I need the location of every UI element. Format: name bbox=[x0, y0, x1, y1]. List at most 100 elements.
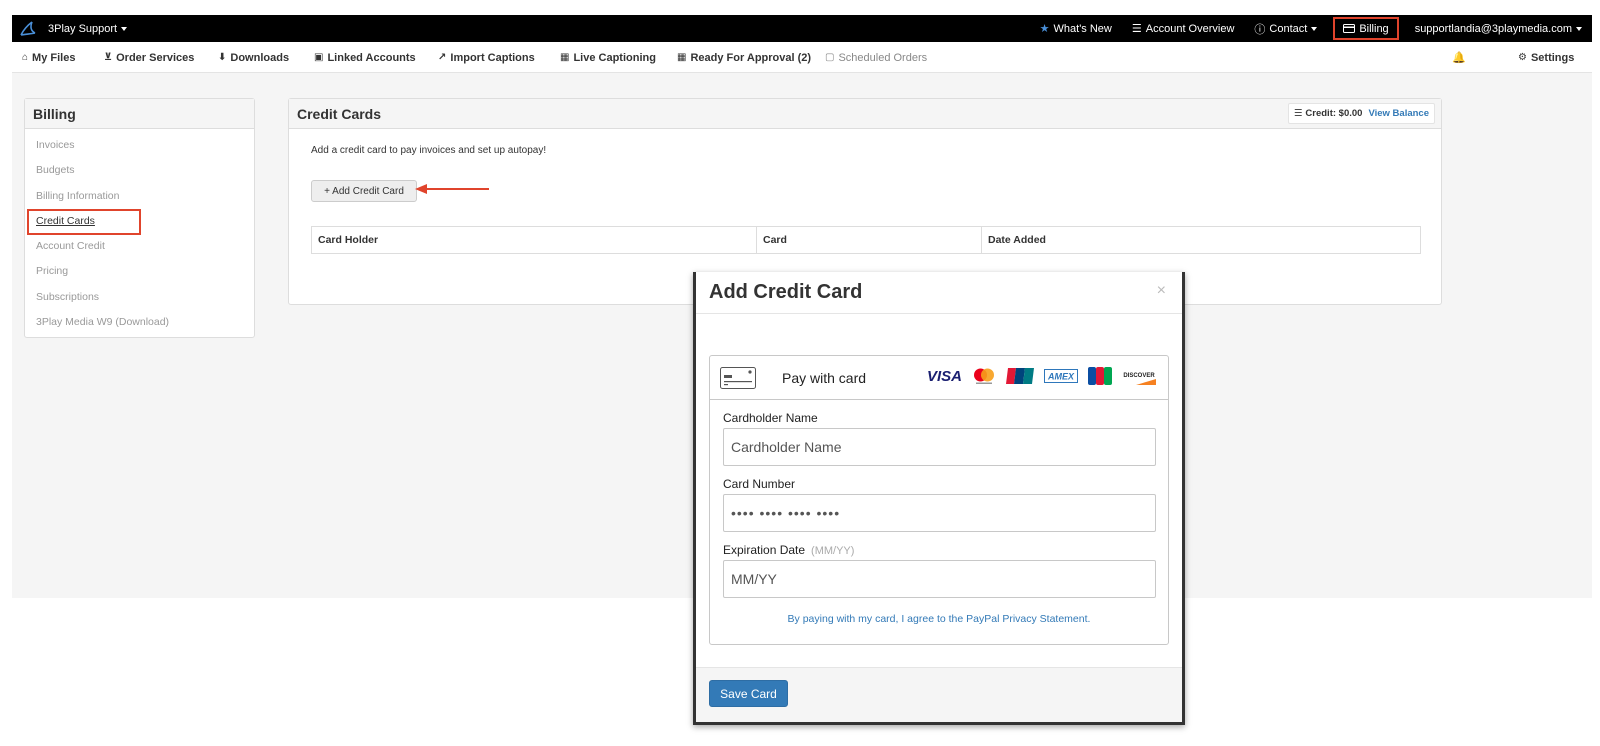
credit-card-icon bbox=[1343, 24, 1356, 33]
expiration-date-hint: (MM/YY) bbox=[811, 545, 855, 557]
billing-label: Billing bbox=[1359, 22, 1389, 35]
id-card-icon: ▣ bbox=[314, 52, 324, 63]
nav-live-captioning[interactable]: ▦ Live Captioning bbox=[560, 42, 656, 73]
star-icon: ★ bbox=[1039, 23, 1050, 35]
calendar-icon: ▦ bbox=[677, 52, 687, 63]
secondary-navbar: ⌂ My Files ⊻ Order Services ⬇ Downloads … bbox=[12, 42, 1592, 73]
bell-icon: 🔔 bbox=[1452, 52, 1466, 64]
sidebar-item-account-credit[interactable]: Account Credit bbox=[25, 234, 254, 259]
calendar-icon: ▦ bbox=[560, 52, 570, 63]
card-number-placeholder: •••• •••• •••• •••• bbox=[731, 505, 841, 521]
contact-label: Contact bbox=[1269, 22, 1308, 35]
column-date-added: Date Added bbox=[988, 234, 1046, 246]
nav-my-files[interactable]: ⌂ My Files bbox=[22, 42, 75, 73]
pay-with-card-label: Pay with card bbox=[782, 370, 867, 386]
list-icon: ☰ bbox=[1131, 23, 1142, 35]
nav-order-services-label: Order Services bbox=[116, 51, 195, 64]
nav-order-services[interactable]: ⊻ Order Services bbox=[104, 42, 194, 73]
expiration-date-label: Expiration Date (MM/YY) bbox=[723, 543, 854, 557]
paypal-privacy-link[interactable]: By paying with my card, I agree to the P… bbox=[710, 613, 1168, 625]
nav-linked-accounts-label: Linked Accounts bbox=[327, 51, 416, 64]
nav-scheduled-orders[interactable]: ▢ Scheduled Orders bbox=[825, 42, 927, 73]
expiration-date-placeholder: MM/YY bbox=[731, 571, 777, 587]
discover-logo-icon: DISCOVER bbox=[1122, 367, 1156, 385]
panel-title: Credit Cards bbox=[297, 106, 382, 122]
cardholder-name-input[interactable]: Cardholder Name bbox=[723, 428, 1156, 466]
credit-cards-highlight bbox=[27, 209, 141, 235]
nav-downloads[interactable]: ⬇ Downloads bbox=[218, 42, 289, 73]
save-card-button[interactable]: Save Card bbox=[709, 680, 788, 707]
mastercard-logo-icon bbox=[974, 368, 994, 384]
sidebar-item-subscriptions[interactable]: Subscriptions bbox=[25, 285, 254, 310]
share-icon: ↗ bbox=[438, 52, 447, 63]
pay-with-card-form: Pay with card VISA AMEX DISCOVER Cardhol… bbox=[709, 355, 1169, 645]
contact-menu[interactable]: ⓘ Contact bbox=[1244, 15, 1327, 42]
nav-settings[interactable]: ⚙ Settings bbox=[1518, 42, 1574, 73]
brand-label: 3Play Support bbox=[48, 22, 118, 35]
visa-logo-icon: VISA bbox=[926, 367, 962, 385]
arrow-left-annotation-icon bbox=[415, 184, 489, 194]
card-number-input[interactable]: •••• •••• •••• •••• bbox=[723, 494, 1156, 532]
whats-new-link[interactable]: ★ What's New bbox=[1030, 15, 1122, 42]
nav-linked-accounts[interactable]: ▣ Linked Accounts bbox=[314, 42, 416, 73]
column-card: Card bbox=[757, 227, 982, 253]
expiration-date-label-text: Expiration Date bbox=[723, 543, 806, 557]
amex-logo-icon: AMEX bbox=[1044, 369, 1078, 383]
account-overview-label: Account Overview bbox=[1145, 22, 1235, 35]
panel-header: Credit Cards ☰ Credit: $0.00 View Balanc… bbox=[289, 99, 1441, 129]
add-credit-card-modal: Add Credit Card × Pay with card VISA AME… bbox=[693, 272, 1185, 725]
nav-downloads-label: Downloads bbox=[230, 51, 290, 64]
expiration-date-input[interactable]: MM/YY bbox=[723, 560, 1156, 598]
unionpay-logo-icon bbox=[1006, 368, 1034, 384]
add-credit-card-button[interactable]: + Add Credit Card bbox=[311, 180, 417, 202]
sidebar-title: Billing bbox=[25, 99, 254, 129]
whats-new-label: What's New bbox=[1053, 22, 1112, 35]
gear-icon: ⚙ bbox=[1518, 52, 1527, 63]
nav-settings-label: Settings bbox=[1530, 51, 1575, 64]
svg-text:DISCOVER: DISCOVER bbox=[1123, 373, 1155, 379]
card-brand-logos: VISA AMEX DISCOVER bbox=[917, 367, 1156, 385]
sidebar-item-invoices[interactable]: Invoices bbox=[25, 133, 254, 158]
credit-amount: Credit: $0.00 bbox=[1305, 108, 1363, 119]
home-icon: ⌂ bbox=[22, 52, 29, 63]
download-icon: ⬇ bbox=[218, 52, 227, 63]
nav-ready-for-approval[interactable]: ▦ Ready For Approval (2) bbox=[677, 42, 811, 73]
cardholder-name-placeholder: Cardholder Name bbox=[731, 439, 842, 455]
nav-scheduled-orders-label: Scheduled Orders bbox=[838, 51, 928, 64]
jcb-logo-icon bbox=[1088, 367, 1112, 385]
chevron-down-icon bbox=[121, 26, 128, 31]
sidebar-item-budgets[interactable]: Budgets bbox=[25, 158, 254, 183]
calendar-plus-icon: ▢ bbox=[825, 52, 835, 63]
pay-with-card-header: Pay with card VISA AMEX DISCOVER bbox=[710, 356, 1168, 400]
cart-icon: ⊻ bbox=[104, 52, 113, 63]
nav-import-captions[interactable]: ↗ Import Captions bbox=[438, 42, 535, 73]
modal-header: Add Credit Card × bbox=[696, 272, 1182, 314]
chevron-down-icon bbox=[1311, 26, 1318, 31]
close-icon[interactable]: × bbox=[1157, 282, 1166, 300]
sidebar-item-pricing[interactable]: Pricing bbox=[25, 259, 254, 284]
info-icon: ⓘ bbox=[1254, 23, 1266, 36]
nav-live-captioning-label: Live Captioning bbox=[573, 51, 656, 64]
sidebar-item-w9-download[interactable]: 3Play Media W9 (Download) bbox=[25, 310, 254, 335]
panel-intro-text: Add a credit card to pay invoices and se… bbox=[311, 145, 547, 156]
view-balance-link[interactable]: View Balance bbox=[1368, 108, 1429, 119]
credit-cards-table-header: Card Holder Card Date Added bbox=[311, 226, 1421, 254]
column-card-holder: Card Holder bbox=[312, 227, 757, 253]
billing-link[interactable]: Billing bbox=[1333, 17, 1399, 40]
credit-balance-badge: ☰ Credit: $0.00 View Balance bbox=[1287, 103, 1435, 124]
account-overview-link[interactable]: ☰ Account Overview bbox=[1122, 15, 1245, 42]
chevron-down-icon bbox=[1576, 26, 1582, 31]
notifications-bell[interactable]: 🔔 bbox=[1452, 42, 1466, 73]
cardholder-name-label: Cardholder Name bbox=[723, 411, 818, 425]
user-email: supportlandia@3playmedia.com bbox=[1414, 22, 1572, 35]
modal-footer: Save Card bbox=[696, 667, 1182, 722]
user-menu[interactable]: supportlandia@3playmedia.com bbox=[1405, 15, 1592, 42]
coins-icon: ☰ bbox=[1293, 108, 1303, 119]
sidebar-item-billing-information[interactable]: Billing Information bbox=[25, 184, 254, 209]
nav-my-files-label: My Files bbox=[32, 51, 76, 64]
billing-sidebar: Billing Invoices Budgets Billing Informa… bbox=[24, 98, 255, 338]
card-number-label: Card Number bbox=[723, 477, 796, 491]
brand-menu[interactable]: 3Play Support bbox=[12, 15, 128, 42]
modal-title: Add Credit Card bbox=[709, 281, 863, 303]
top-navbar: 3Play Support ★ What's New ☰ Account Ove… bbox=[12, 15, 1592, 42]
